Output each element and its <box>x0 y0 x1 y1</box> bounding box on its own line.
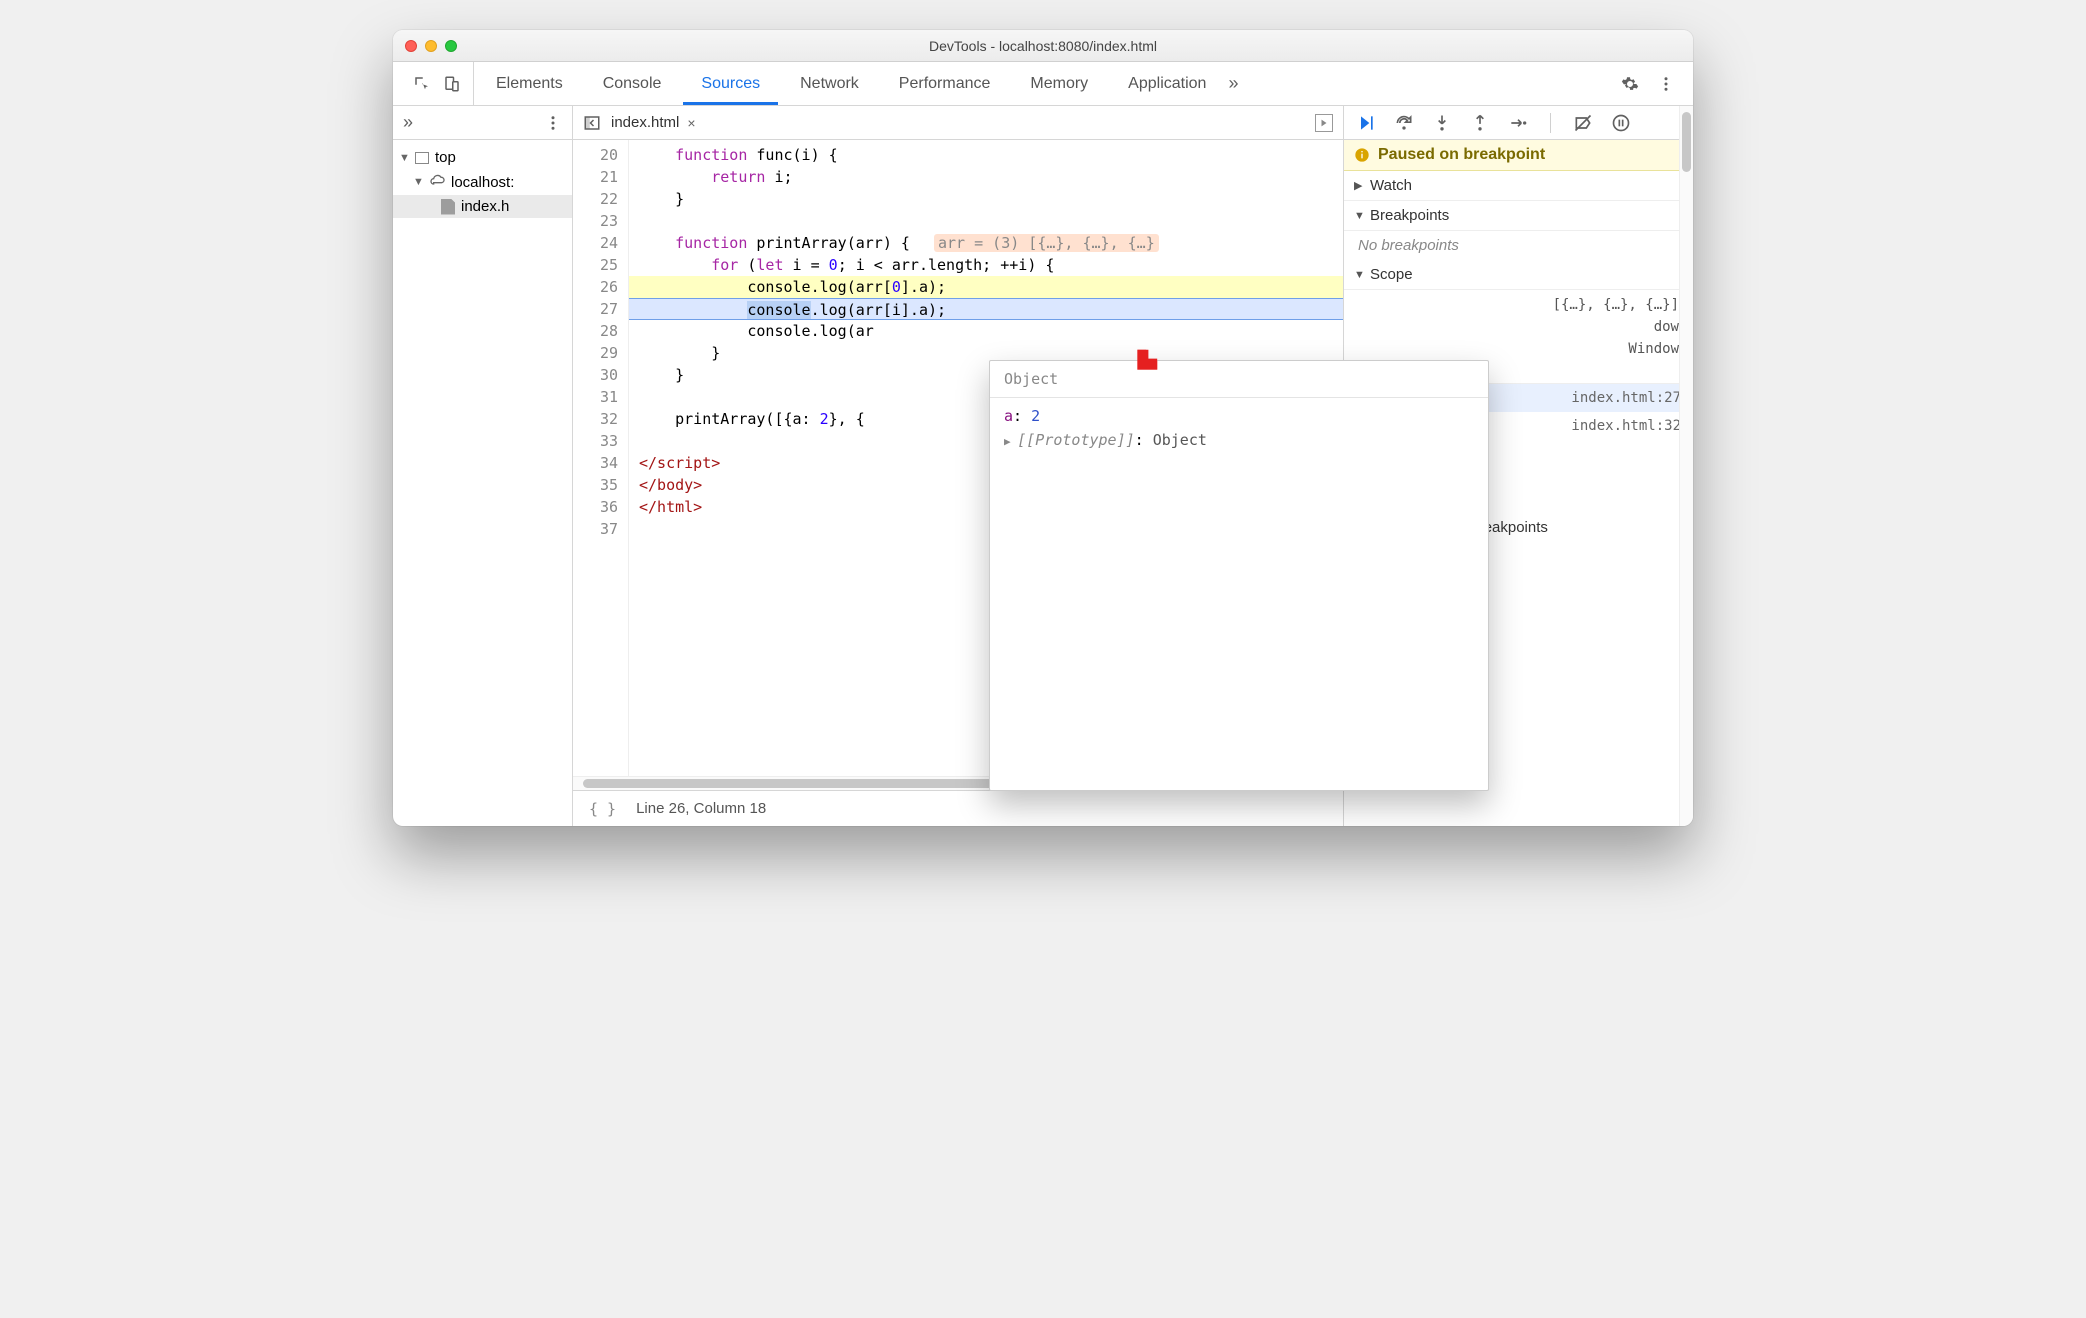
titlebar: DevTools - localhost:8080/index.html <box>393 30 1693 62</box>
pretty-print-icon[interactable]: { } <box>589 800 616 818</box>
close-tab-icon[interactable]: × <box>687 115 695 131</box>
disclosure-triangle-icon[interactable]: ▶ <box>1004 435 1017 448</box>
disclosure-triangle-icon[interactable]: ▼ <box>413 176 423 188</box>
value-preview-popup: Object a: 2 ▶ [[Prototype]]: Object <box>989 360 1489 791</box>
disclosure-triangle-icon[interactable]: ▼ <box>1354 269 1364 281</box>
breakpoints-empty: No breakpoints <box>1344 231 1693 260</box>
popup-type: Object <box>990 361 1488 398</box>
pane-title: Scope <box>1370 266 1413 283</box>
navigator-menu-icon[interactable] <box>544 114 562 132</box>
paused-banner-text: Paused on breakpoint <box>1378 146 1545 164</box>
cursor-position: Line 26, Column 18 <box>636 800 766 817</box>
code-line[interactable]: } <box>629 188 1343 210</box>
tree-label: index.h <box>461 198 509 215</box>
step-icon[interactable] <box>1508 113 1528 133</box>
line-gutter: 202122232425262728293031323334353637 <box>573 140 629 776</box>
run-snippet-icon[interactable] <box>1315 114 1333 132</box>
code-line[interactable]: console.log(arr[0].a); <box>629 276 1343 298</box>
popup-property: a: 2 <box>1004 404 1474 428</box>
code-line[interactable] <box>629 210 1343 232</box>
info-icon <box>1354 147 1370 163</box>
device-toggle-icon[interactable] <box>443 75 461 93</box>
paused-banner: Paused on breakpoint <box>1344 140 1693 171</box>
tab-network[interactable]: Network <box>782 62 877 105</box>
kebab-menu-icon[interactable] <box>1657 75 1675 93</box>
disclosure-triangle-icon[interactable]: ▶ <box>1354 179 1364 192</box>
code-line[interactable]: for (let i = 0; i < arr.length; ++i) { <box>629 254 1343 276</box>
tree-label: top <box>435 149 456 166</box>
step-out-icon[interactable] <box>1470 113 1490 133</box>
tab-application[interactable]: Application <box>1110 62 1224 105</box>
settings-gear-icon[interactable] <box>1621 75 1639 93</box>
tree-label: localhost: <box>451 174 514 191</box>
window-title: DevTools - localhost:8080/index.html <box>393 38 1693 54</box>
tree-file[interactable]: index.h <box>393 195 572 218</box>
proto-value: Object <box>1153 431 1207 449</box>
annotation-arrow-icon <box>1133 330 1177 374</box>
scope-pane-header[interactable]: ▼ Scope <box>1344 260 1693 290</box>
code-line[interactable]: return i; <box>629 166 1343 188</box>
watch-pane-header[interactable]: ▶ Watch <box>1344 171 1693 201</box>
tab-performance[interactable]: Performance <box>881 62 1009 105</box>
scope-values: [{…}, {…}, {…}] dow Window <box>1344 290 1693 364</box>
pause-exceptions-icon[interactable] <box>1611 113 1631 133</box>
toggle-navigator-icon[interactable] <box>583 114 601 132</box>
editor-statusbar: { } Line 26, Column 18 <box>573 790 1343 826</box>
vertical-scrollbar[interactable] <box>1679 106 1693 826</box>
file-tab[interactable]: index.html × <box>611 114 696 131</box>
step-over-icon[interactable] <box>1394 113 1414 133</box>
cloud-icon <box>429 172 445 192</box>
navigator-overflow-icon[interactable]: » <box>403 112 413 133</box>
pane-title: Breakpoints <box>1370 207 1449 224</box>
step-into-icon[interactable] <box>1432 113 1452 133</box>
tab-console[interactable]: Console <box>585 62 680 105</box>
disclosure-triangle-icon[interactable]: ▼ <box>1354 210 1364 222</box>
breakpoints-pane-header[interactable]: ▼ Breakpoints <box>1344 201 1693 231</box>
code-line[interactable]: function func(i) { <box>629 144 1343 166</box>
debugger-toolbar <box>1344 106 1693 140</box>
file-icon <box>441 199 455 215</box>
frame-icon <box>415 152 429 164</box>
tree-host[interactable]: ▼ localhost: <box>393 169 572 195</box>
code-line[interactable]: console.log(arr[i].a); <box>629 298 1343 320</box>
code-line[interactable]: console.log(ar <box>629 320 1343 342</box>
scope-arr: [{…}, {…}, {…}] <box>1356 294 1693 316</box>
prop-name: a <box>1004 407 1013 425</box>
inspect-element-icon[interactable] <box>413 75 431 93</box>
file-tree: ▼ top ▼ localhost: index.h <box>393 140 572 224</box>
popup-prototype-row[interactable]: ▶ [[Prototype]]: Object <box>1004 428 1474 454</box>
code-line[interactable]: function printArray(arr) { arr = (3) [{…… <box>629 232 1343 254</box>
tab-sources[interactable]: Sources <box>683 62 778 105</box>
navigator-panel: » ▼ top ▼ localhost: <box>393 106 573 826</box>
tab-memory[interactable]: Memory <box>1012 62 1106 105</box>
devtools-window: DevTools - localhost:8080/index.html Ele… <box>393 30 1693 826</box>
scope-window: Window <box>1356 338 1693 360</box>
scope-dow: dow <box>1356 316 1693 338</box>
tabs-overflow-icon[interactable]: » <box>1228 73 1238 94</box>
tree-top-frame[interactable]: ▼ top <box>393 146 572 169</box>
disclosure-triangle-icon[interactable]: ▼ <box>399 152 409 164</box>
deactivate-breakpoints-icon[interactable] <box>1573 113 1593 133</box>
file-tab-label: index.html <box>611 114 679 131</box>
editor-tabs: index.html × <box>573 106 1343 140</box>
devtools-tabstrip: ElementsConsoleSourcesNetworkPerformance… <box>393 62 1693 106</box>
proto-label: [[Prototype]] <box>1017 431 1134 449</box>
pane-title: Watch <box>1370 177 1412 194</box>
prop-value: 2 <box>1031 407 1040 425</box>
tab-elements[interactable]: Elements <box>478 62 581 105</box>
resume-icon[interactable] <box>1356 113 1376 133</box>
